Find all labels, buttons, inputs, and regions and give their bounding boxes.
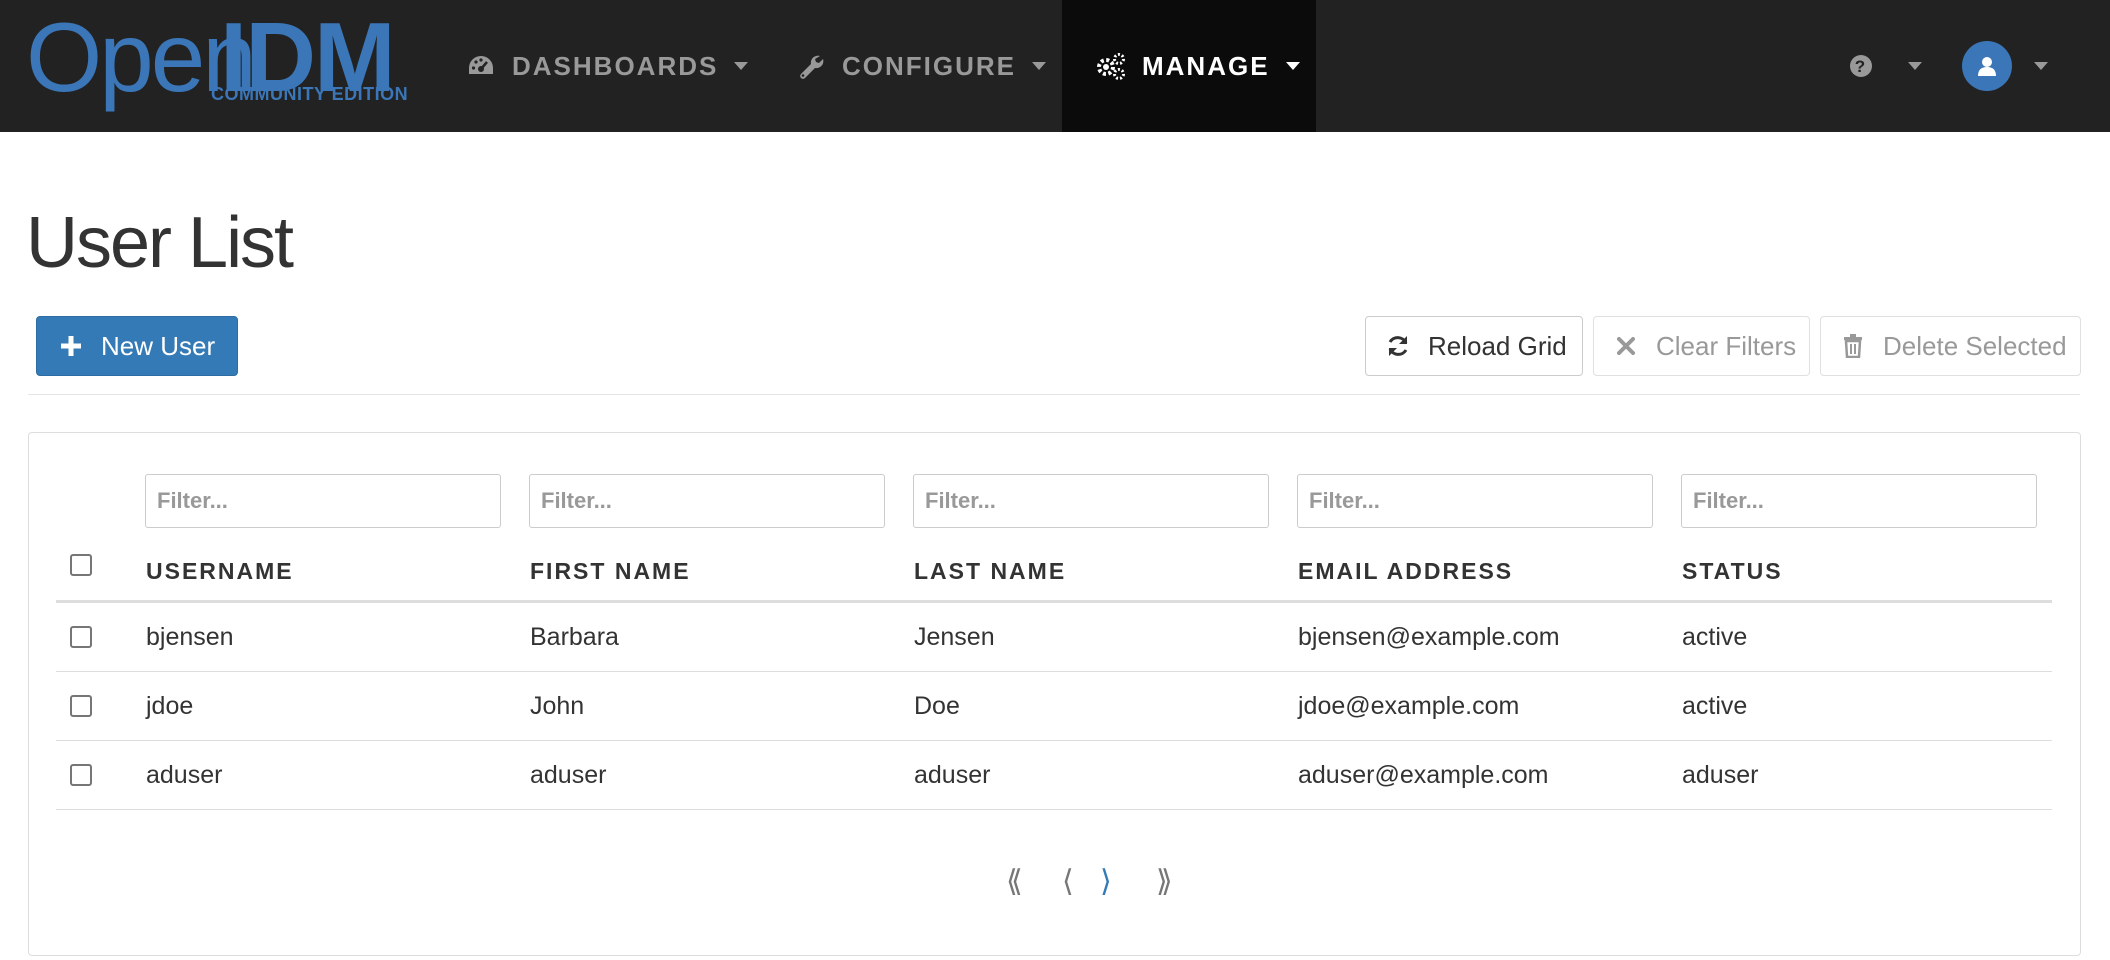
chevron-down-icon — [1285, 62, 1300, 70]
clear-filters-button[interactable]: Clear Filters — [1593, 316, 1810, 376]
cell-email: bjensen@example.com — [1298, 622, 1560, 651]
nav-dashboards[interactable]: DASHBOARDS — [466, 0, 749, 132]
cell-email: jdoe@example.com — [1298, 691, 1520, 720]
divider — [28, 394, 2080, 395]
column-header-first-name[interactable]: FIRST NAME — [530, 558, 691, 585]
cell-first-name: Barbara — [530, 622, 619, 651]
openidm-logo[interactable]: Open IDM COMMUNITY EDITION — [26, 8, 416, 108]
cell-last-name: aduser — [914, 760, 991, 789]
close-icon — [1614, 334, 1638, 358]
user-avatar-icon — [1962, 41, 2012, 91]
nav-manage-label: MANAGE — [1142, 50, 1270, 81]
cell-first-name: aduser — [530, 760, 607, 789]
reload-grid-label: Reload Grid — [1428, 330, 1567, 361]
cogs-icon — [1096, 51, 1126, 81]
cell-status: aduser — [1682, 760, 1759, 789]
svg-text:?: ? — [1855, 57, 1867, 76]
cell-last-name: Doe — [914, 691, 960, 720]
pagination-last-button[interactable]: ⟫ — [1156, 864, 1173, 899]
pagination-first-button[interactable]: ⟪ — [1006, 864, 1023, 899]
cell-username: aduser — [146, 760, 223, 789]
chevron-down-icon — [2034, 62, 2048, 70]
nav-manage[interactable]: MANAGE — [1062, 0, 1316, 132]
cell-first-name: John — [530, 691, 585, 720]
plus-icon — [59, 334, 83, 358]
filter-username-input[interactable] — [145, 474, 501, 528]
chevron-down-icon — [734, 62, 749, 70]
refresh-icon — [1386, 334, 1410, 358]
nav-configure-label: CONFIGURE — [842, 50, 1016, 81]
help-menu[interactable]: ? — [1846, 0, 1922, 132]
delete-selected-label: Delete Selected — [1883, 330, 2067, 361]
nav-configure[interactable]: CONFIGURE — [796, 0, 1046, 132]
top-navbar: Open IDM COMMUNITY EDITION DASHBOARDS CO… — [0, 0, 2110, 132]
chevron-down-icon — [1908, 62, 1922, 70]
new-user-label: New User — [101, 330, 216, 361]
table-row[interactable]: bjensen Barbara Jensen bjensen@example.c… — [56, 603, 2052, 672]
nav-dashboards-label: DASHBOARDS — [512, 50, 719, 81]
dashboard-gauge-icon — [466, 51, 496, 81]
question-circle-icon: ? — [1846, 51, 1876, 81]
cell-email: aduser@example.com — [1298, 760, 1549, 789]
cell-username: bjensen — [146, 622, 234, 651]
filter-first-name-input[interactable] — [529, 474, 885, 528]
cell-last-name: Jensen — [914, 622, 995, 651]
cell-status: active — [1682, 691, 1748, 720]
column-header-username[interactable]: USERNAME — [146, 558, 294, 585]
user-menu[interactable] — [1962, 0, 2048, 132]
cell-username: jdoe — [146, 691, 194, 720]
row-checkbox[interactable] — [70, 695, 92, 717]
row-checkbox[interactable] — [70, 764, 92, 786]
trash-icon — [1841, 334, 1865, 358]
wrench-icon — [796, 51, 826, 81]
select-all-checkbox[interactable] — [70, 554, 92, 576]
column-header-email[interactable]: EMAIL ADDRESS — [1298, 558, 1513, 585]
page-title: User List — [26, 203, 294, 283]
row-checkbox[interactable] — [70, 626, 92, 648]
reload-grid-button[interactable]: Reload Grid — [1365, 316, 1583, 376]
pagination-next-button[interactable]: ⟩ — [1100, 864, 1112, 899]
filter-status-input[interactable] — [1681, 474, 2037, 528]
column-header-status[interactable]: STATUS — [1682, 558, 1783, 585]
logo-edition-text: COMMUNITY EDITION — [211, 84, 409, 104]
clear-filters-label: Clear Filters — [1656, 330, 1797, 361]
table-row[interactable]: jdoe John Doe jdoe@example.com active — [56, 672, 2052, 741]
column-header-last-name[interactable]: LAST NAME — [914, 558, 1066, 585]
filter-last-name-input[interactable] — [913, 474, 1269, 528]
chevron-down-icon — [1032, 62, 1046, 70]
filter-email-input[interactable] — [1297, 474, 1653, 528]
new-user-button[interactable]: New User — [36, 316, 238, 376]
table-row[interactable]: aduser aduser aduser aduser@example.com … — [56, 741, 2052, 810]
delete-selected-button[interactable]: Delete Selected — [1820, 316, 2081, 376]
cell-status: active — [1682, 622, 1748, 651]
pagination-prev-button[interactable]: ⟨ — [1062, 864, 1074, 899]
